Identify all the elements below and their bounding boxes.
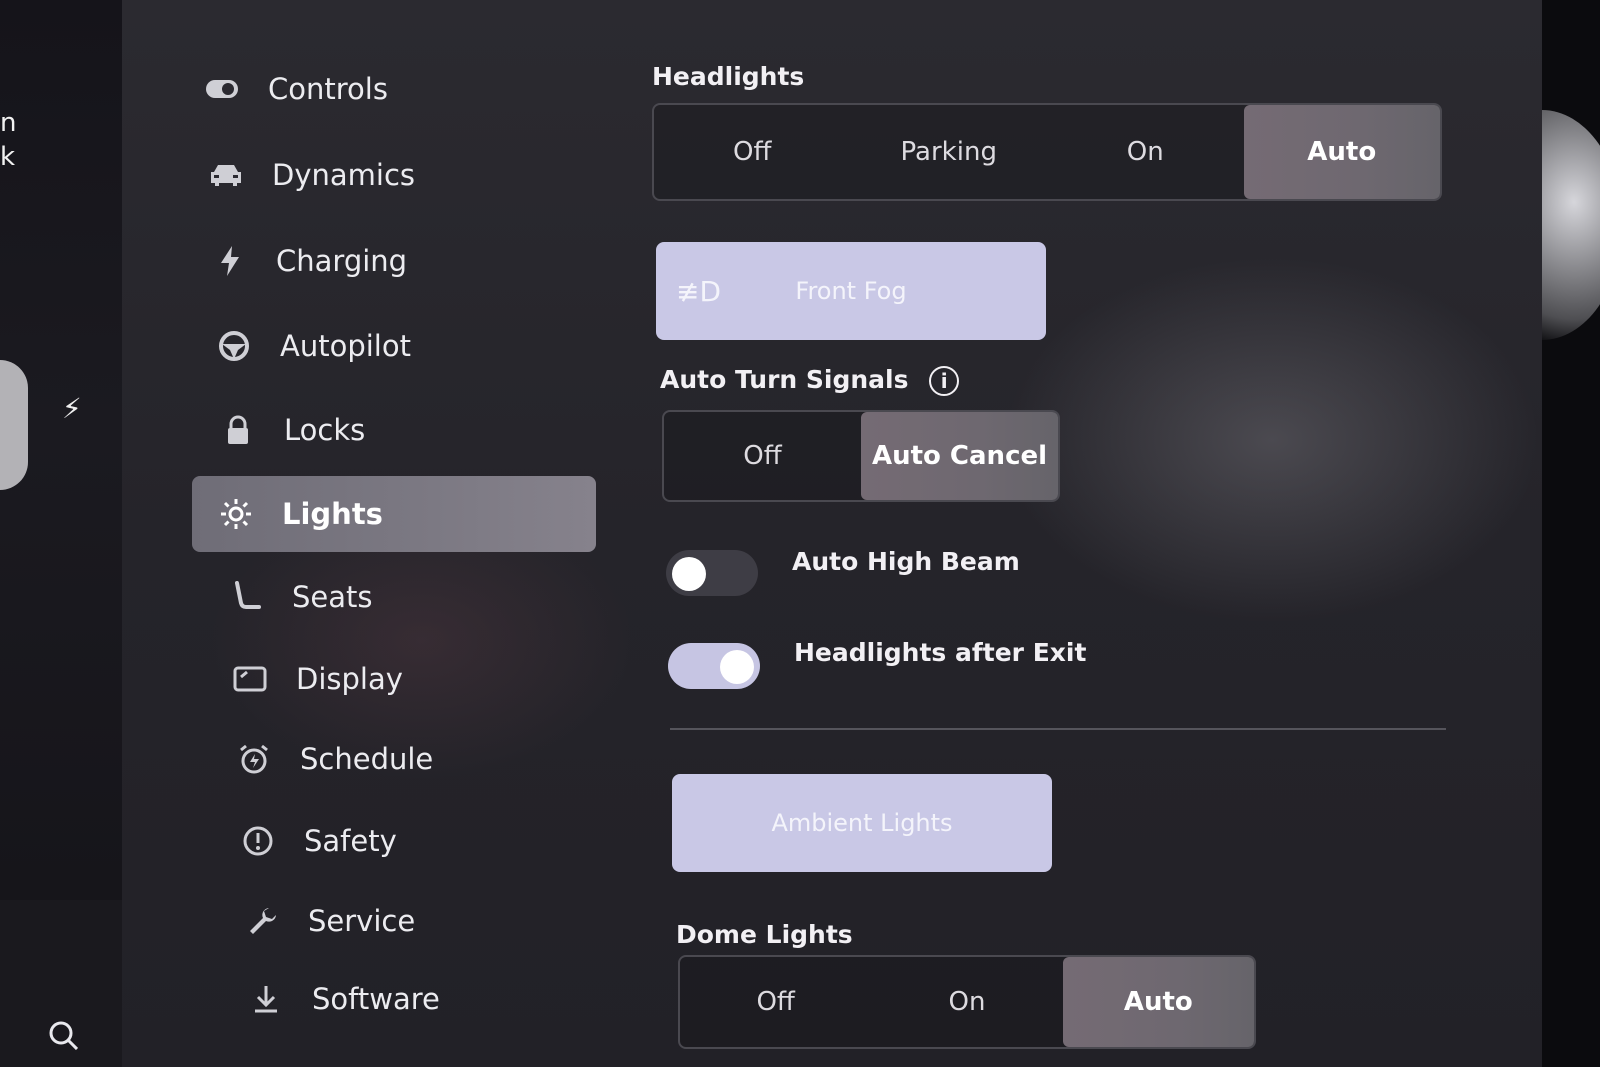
display-icon (230, 659, 270, 699)
steering-wheel-icon (214, 326, 254, 366)
car-image-fragment (0, 360, 28, 490)
left-text-fragment: k (0, 142, 16, 172)
dome-lights-title: Dome Lights (676, 920, 853, 949)
sidebar-item-autopilot[interactable]: Autopilot (204, 311, 609, 381)
sidebar-item-label: Display (296, 662, 403, 696)
left-edge-panel: n k ⚡ (0, 0, 150, 1067)
toggle-knob (720, 650, 754, 684)
sidebar-item-safety[interactable]: Safety (228, 806, 633, 876)
charging-bolt-icon: ⚡ (62, 392, 82, 425)
sidebar-item-label: Seats (292, 580, 373, 614)
auto-turn-signals-option-off[interactable]: Off (664, 412, 861, 500)
sidebar-item-label: Autopilot (280, 329, 411, 363)
sidebar-item-label: Dynamics (272, 158, 416, 192)
dome-lights-option-on[interactable]: On (871, 957, 1062, 1047)
sidebar-item-label: Schedule (300, 742, 434, 776)
sidebar-item-charging[interactable]: Charging (200, 226, 605, 296)
sidebar-item-label: Safety (304, 824, 397, 858)
sidebar-item-label: Lights (282, 497, 383, 531)
sidebar-item-lights[interactable]: Lights (192, 476, 596, 552)
sidebar-item-controls[interactable]: Controls (192, 54, 597, 124)
front-fog-label: Front Fog (795, 277, 907, 305)
sidebar-item-service[interactable]: Service (232, 886, 637, 956)
headlights-segmented-control: Off Parking On Auto (652, 103, 1442, 201)
front-fog-icon: ≢D (676, 274, 722, 308)
search-icon[interactable] (48, 1020, 78, 1050)
bolt-icon (210, 241, 250, 281)
sidebar-item-seats[interactable]: Seats (216, 562, 621, 632)
auto-turn-signals-option-auto-cancel[interactable]: Auto Cancel (861, 412, 1058, 500)
headlights-option-off[interactable]: Off (654, 105, 851, 199)
headlights-option-auto[interactable]: Auto (1243, 105, 1440, 199)
sidebar-item-software[interactable]: Software (236, 964, 641, 1034)
left-text-fragment: n (0, 108, 17, 138)
front-fog-button[interactable]: ≢D Front Fog (656, 242, 1046, 340)
ambient-lights-label: Ambient Lights (771, 809, 953, 837)
car-icon (206, 155, 246, 195)
sidebar-item-label: Controls (268, 72, 388, 106)
seat-icon (226, 577, 266, 617)
auto-turn-signals-label: Auto Turn Signals (660, 365, 909, 394)
alert-circle-icon (238, 821, 278, 861)
ambient-lights-button[interactable]: Ambient Lights (672, 774, 1052, 872)
right-edge-panel (1462, 0, 1600, 1067)
auto-high-beam-label: Auto High Beam (792, 547, 1020, 576)
alarm-clock-icon (234, 739, 274, 779)
sidebar-item-label: Charging (276, 244, 408, 278)
wrench-icon (242, 901, 282, 941)
sidebar-item-dynamics[interactable]: Dynamics (196, 140, 601, 210)
info-icon[interactable]: i (929, 366, 960, 396)
sidebar-item-display[interactable]: Display (220, 644, 625, 714)
auto-turn-signals-title: Auto Turn Signals i (660, 365, 960, 396)
headlights-option-parking[interactable]: Parking (851, 105, 1048, 199)
lights-settings-panel: Headlights Off Parking On Auto ≢D Front … (652, 0, 1472, 1067)
sidebar-item-label: Locks (284, 413, 366, 447)
section-divider (670, 728, 1446, 730)
lock-icon (218, 410, 258, 450)
headlights-title: Headlights (652, 62, 805, 91)
dome-lights-option-auto[interactable]: Auto (1062, 957, 1254, 1047)
download-icon (246, 979, 286, 1019)
sun-icon (216, 494, 256, 534)
headlights-option-on[interactable]: On (1047, 105, 1244, 199)
toggle-knob (672, 557, 706, 591)
sidebar-item-locks[interactable]: Locks (208, 395, 613, 465)
sidebar-item-label: Service (308, 904, 416, 938)
dome-lights-segmented-control: Off On Auto (678, 955, 1256, 1049)
settings-screen: Controls Dynamics Charging Autopilot Loc… (122, 0, 1542, 1067)
sidebar-item-schedule[interactable]: Schedule (224, 724, 629, 794)
dome-lights-option-off[interactable]: Off (680, 957, 871, 1047)
headlights-after-exit-label: Headlights after Exit (794, 638, 1087, 667)
headlights-after-exit-toggle[interactable] (668, 643, 760, 689)
auto-turn-signals-segmented-control: Off Auto Cancel (662, 410, 1060, 502)
toggle-icon (202, 69, 242, 109)
auto-high-beam-toggle[interactable] (666, 550, 758, 596)
sidebar-item-label: Software (312, 982, 440, 1016)
